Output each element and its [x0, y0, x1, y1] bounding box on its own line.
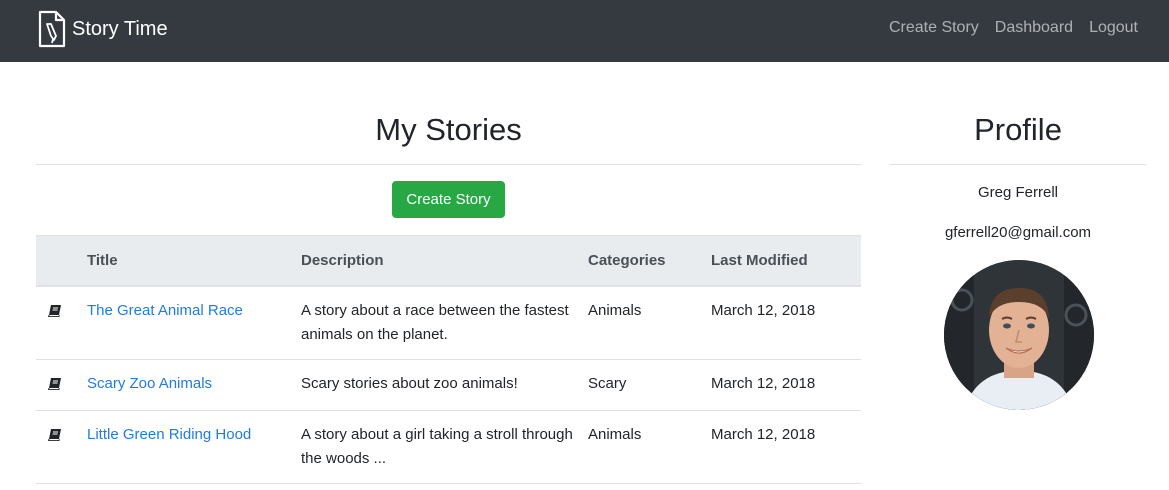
story-title-link[interactable]: Little Green Riding Hood [87, 426, 251, 443]
brand-title: Story Time [72, 17, 168, 40]
row-icon-cell [36, 410, 87, 484]
row-title-cell: Scary Zoo Animals [87, 359, 301, 411]
create-story-button[interactable]: Create Story [392, 181, 505, 218]
story-title-link[interactable]: The Great Animal Race [87, 302, 243, 319]
row-modified: March 12, 2018 [711, 359, 861, 411]
profile-title: Profile [974, 112, 1062, 147]
book-icon [48, 429, 61, 441]
row-category: Animals [588, 410, 711, 484]
row-title-cell: Little Green Riding Hood [87, 410, 301, 484]
navbar: Story Time Create Story Dashboard Logout [0, 0, 1169, 62]
header-last-modified: Last Modified [711, 235, 861, 287]
header-description: Description [301, 235, 588, 287]
header-title: Title [87, 235, 301, 287]
page-title: My Stories [375, 112, 522, 147]
avatar [944, 260, 1094, 410]
nav-links: Create Story Dashboard Logout [873, 19, 1138, 37]
story-title-link[interactable]: Scary Zoo Animals [87, 375, 212, 392]
row-icon-cell [36, 359, 87, 411]
header-categories: Categories [588, 235, 711, 287]
row-modified: March 12, 2018 [711, 410, 861, 484]
table-header-row: Title Description Categories Last Modifi… [36, 235, 861, 287]
nav-create-story-link[interactable]: Create Story [889, 19, 979, 37]
story-document-icon [38, 10, 66, 48]
profile-name: Greg Ferrell [977, 184, 1059, 201]
row-category: Animals [588, 286, 711, 360]
header-icon-column [36, 235, 87, 287]
title-divider [36, 164, 861, 165]
book-icon [48, 305, 61, 317]
nav-logout-link[interactable]: Logout [1089, 19, 1138, 37]
profile-divider [890, 164, 1146, 165]
book-icon [48, 378, 61, 390]
stories-table: Title Description Categories Last Modifi… [36, 235, 861, 484]
table-row: The Great Animal Race A story about a ra… [36, 286, 861, 360]
row-category: Scary [588, 359, 711, 411]
row-title-cell: The Great Animal Race [87, 286, 301, 360]
row-description: Scary stories about zoo animals! [301, 359, 588, 411]
row-description: A story about a girl taking a stroll thr… [301, 410, 588, 484]
brand-link[interactable]: Story Time [38, 10, 168, 48]
table-row: Scary Zoo Animals Scary stories about zo… [36, 359, 861, 411]
nav-dashboard-link[interactable]: Dashboard [995, 19, 1073, 37]
row-description: A story about a race between the fastest… [301, 286, 588, 360]
table-row: Little Green Riding Hood A story about a… [36, 410, 861, 484]
profile-email: gferrell20@gmail.com [944, 224, 1092, 241]
row-icon-cell [36, 286, 87, 360]
user-photo-icon [944, 260, 1094, 410]
row-modified: March 12, 2018 [711, 286, 861, 360]
